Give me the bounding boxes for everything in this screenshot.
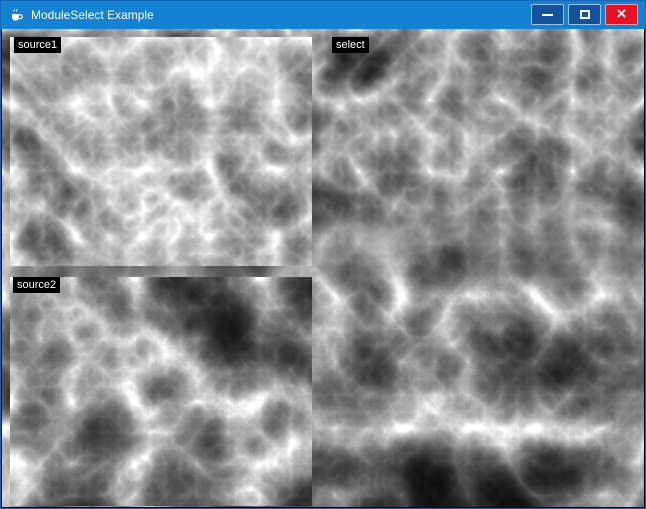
app-window: ModuleSelect Example × [0,0,646,509]
titlebar[interactable]: ModuleSelect Example × [1,1,645,29]
source1-label: source1 [14,37,61,53]
window-controls: × [531,4,638,25]
source2-noise-image [10,277,312,506]
close-button[interactable]: × [605,4,638,25]
render-canvas: source1 select source2 [2,29,644,507]
maximize-icon [580,10,590,19]
java-coffee-cup-icon [8,7,24,23]
minimize-button[interactable] [531,4,564,25]
window-title: ModuleSelect Example [31,8,154,22]
source1-noise-image [10,37,312,266]
source2-label: source2 [13,277,60,293]
maximize-button[interactable] [568,4,601,25]
close-icon: × [617,5,627,22]
minimize-icon [542,14,553,16]
select-label: select [332,37,369,53]
